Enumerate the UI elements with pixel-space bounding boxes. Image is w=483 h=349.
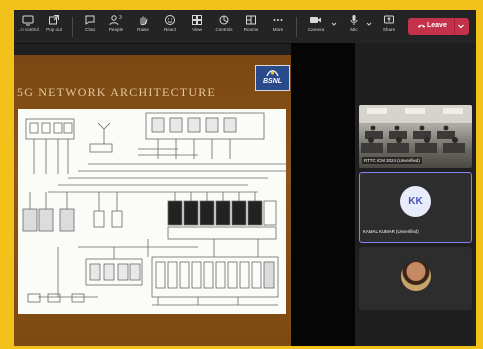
toolbar-label: React xyxy=(163,27,176,32)
react-icon xyxy=(165,15,175,25)
view-icon xyxy=(192,15,202,25)
logo-text: BSNL xyxy=(262,78,283,85)
mic-options-chevron-icon[interactable] xyxy=(366,21,372,27)
people-count-badge: 3 xyxy=(119,15,122,21)
participant-name: KAMAL KUMAR (Unverified) xyxy=(363,229,419,234)
screen-control-icon xyxy=(22,15,34,26)
logo-emblem-icon xyxy=(266,70,279,77)
leave-label: Leave xyxy=(427,22,447,29)
screen-share-margin xyxy=(291,43,355,346)
toolbar-label: ...n control xyxy=(17,27,39,32)
people-button[interactable]: 3 People xyxy=(102,13,130,40)
participant-name: RTTC ICM 2024 (Unverified) xyxy=(362,157,422,164)
teams-meeting-window: ...n control Pop out Chat 3 People Raise… xyxy=(14,10,476,346)
view-button[interactable]: View xyxy=(183,13,211,40)
chat-icon xyxy=(85,15,95,25)
mic-icon xyxy=(350,15,358,25)
architecture-diagram-graphic xyxy=(22,112,286,306)
toolbar-label: Share xyxy=(382,27,396,32)
more-button[interactable]: More xyxy=(264,13,292,40)
leave-options-chevron-icon[interactable] xyxy=(457,22,465,30)
toolbar-label: Mic xyxy=(350,27,358,32)
toolbar-label: Pop out xyxy=(46,27,62,32)
camera-options-chevron-icon[interactable] xyxy=(331,21,337,27)
controls-icon xyxy=(219,15,229,25)
avatar xyxy=(401,261,431,291)
pop-out-button[interactable]: Pop out xyxy=(40,13,68,40)
toolbar-label: View xyxy=(192,27,202,32)
participant-rail: RTTC ICM 2024 (Unverified) KK KAMAL KUMA… xyxy=(355,43,476,346)
share-icon xyxy=(384,15,394,24)
toolbar-label: Rooms xyxy=(243,27,259,32)
meeting-toolbar: ...n control Pop out Chat 3 People Raise… xyxy=(14,10,476,44)
toolbar-divider xyxy=(296,17,297,37)
mic-button[interactable]: Mic xyxy=(340,13,368,40)
company-logo: BSNL xyxy=(255,65,290,91)
chat-button[interactable]: Chat xyxy=(76,13,104,40)
toolbar-label: Chat xyxy=(85,27,95,32)
toolbar-label: People xyxy=(108,27,124,32)
rooms-icon xyxy=(246,15,256,25)
camera-icon xyxy=(310,17,321,23)
network-architecture-diagram xyxy=(18,109,286,314)
toolbar-label: More xyxy=(272,27,284,32)
raise-hand-button[interactable]: Raise xyxy=(129,13,157,40)
phone-hangup-icon xyxy=(417,24,426,28)
react-button[interactable]: React xyxy=(156,13,184,40)
camera-button[interactable]: Camera xyxy=(302,13,330,40)
participant-tile[interactable]: RTTC ICM 2024 (Unverified) xyxy=(359,105,472,168)
people-icon: 3 xyxy=(109,15,122,26)
leave-divider xyxy=(454,18,455,35)
more-icon xyxy=(273,19,283,21)
raise-hand-icon xyxy=(140,16,148,26)
share-button[interactable]: Share xyxy=(375,13,403,40)
toolbar-label: Camera xyxy=(307,27,325,32)
toolbar-label: Raise xyxy=(137,27,149,32)
toolbar-label: Controls xyxy=(215,27,233,32)
leave-button[interactable]: Leave xyxy=(408,18,469,35)
avatar: KK xyxy=(400,186,431,217)
shared-screen-slide: 5G NETWORK ARCHITECTURE BSNL xyxy=(14,55,291,346)
toolbar-divider xyxy=(72,17,73,37)
participant-tile[interactable] xyxy=(359,247,472,310)
pop-out-icon xyxy=(49,15,59,25)
participant-tile-active-speaker[interactable]: KK KAMAL KUMAR (Unverified) xyxy=(359,172,472,243)
controls-button[interactable]: Controls xyxy=(210,13,238,40)
screen-control-button[interactable]: ...n control xyxy=(14,13,42,40)
rooms-button[interactable]: Rooms xyxy=(237,13,265,40)
slide-title: 5G NETWORK ARCHITECTURE xyxy=(17,85,216,99)
